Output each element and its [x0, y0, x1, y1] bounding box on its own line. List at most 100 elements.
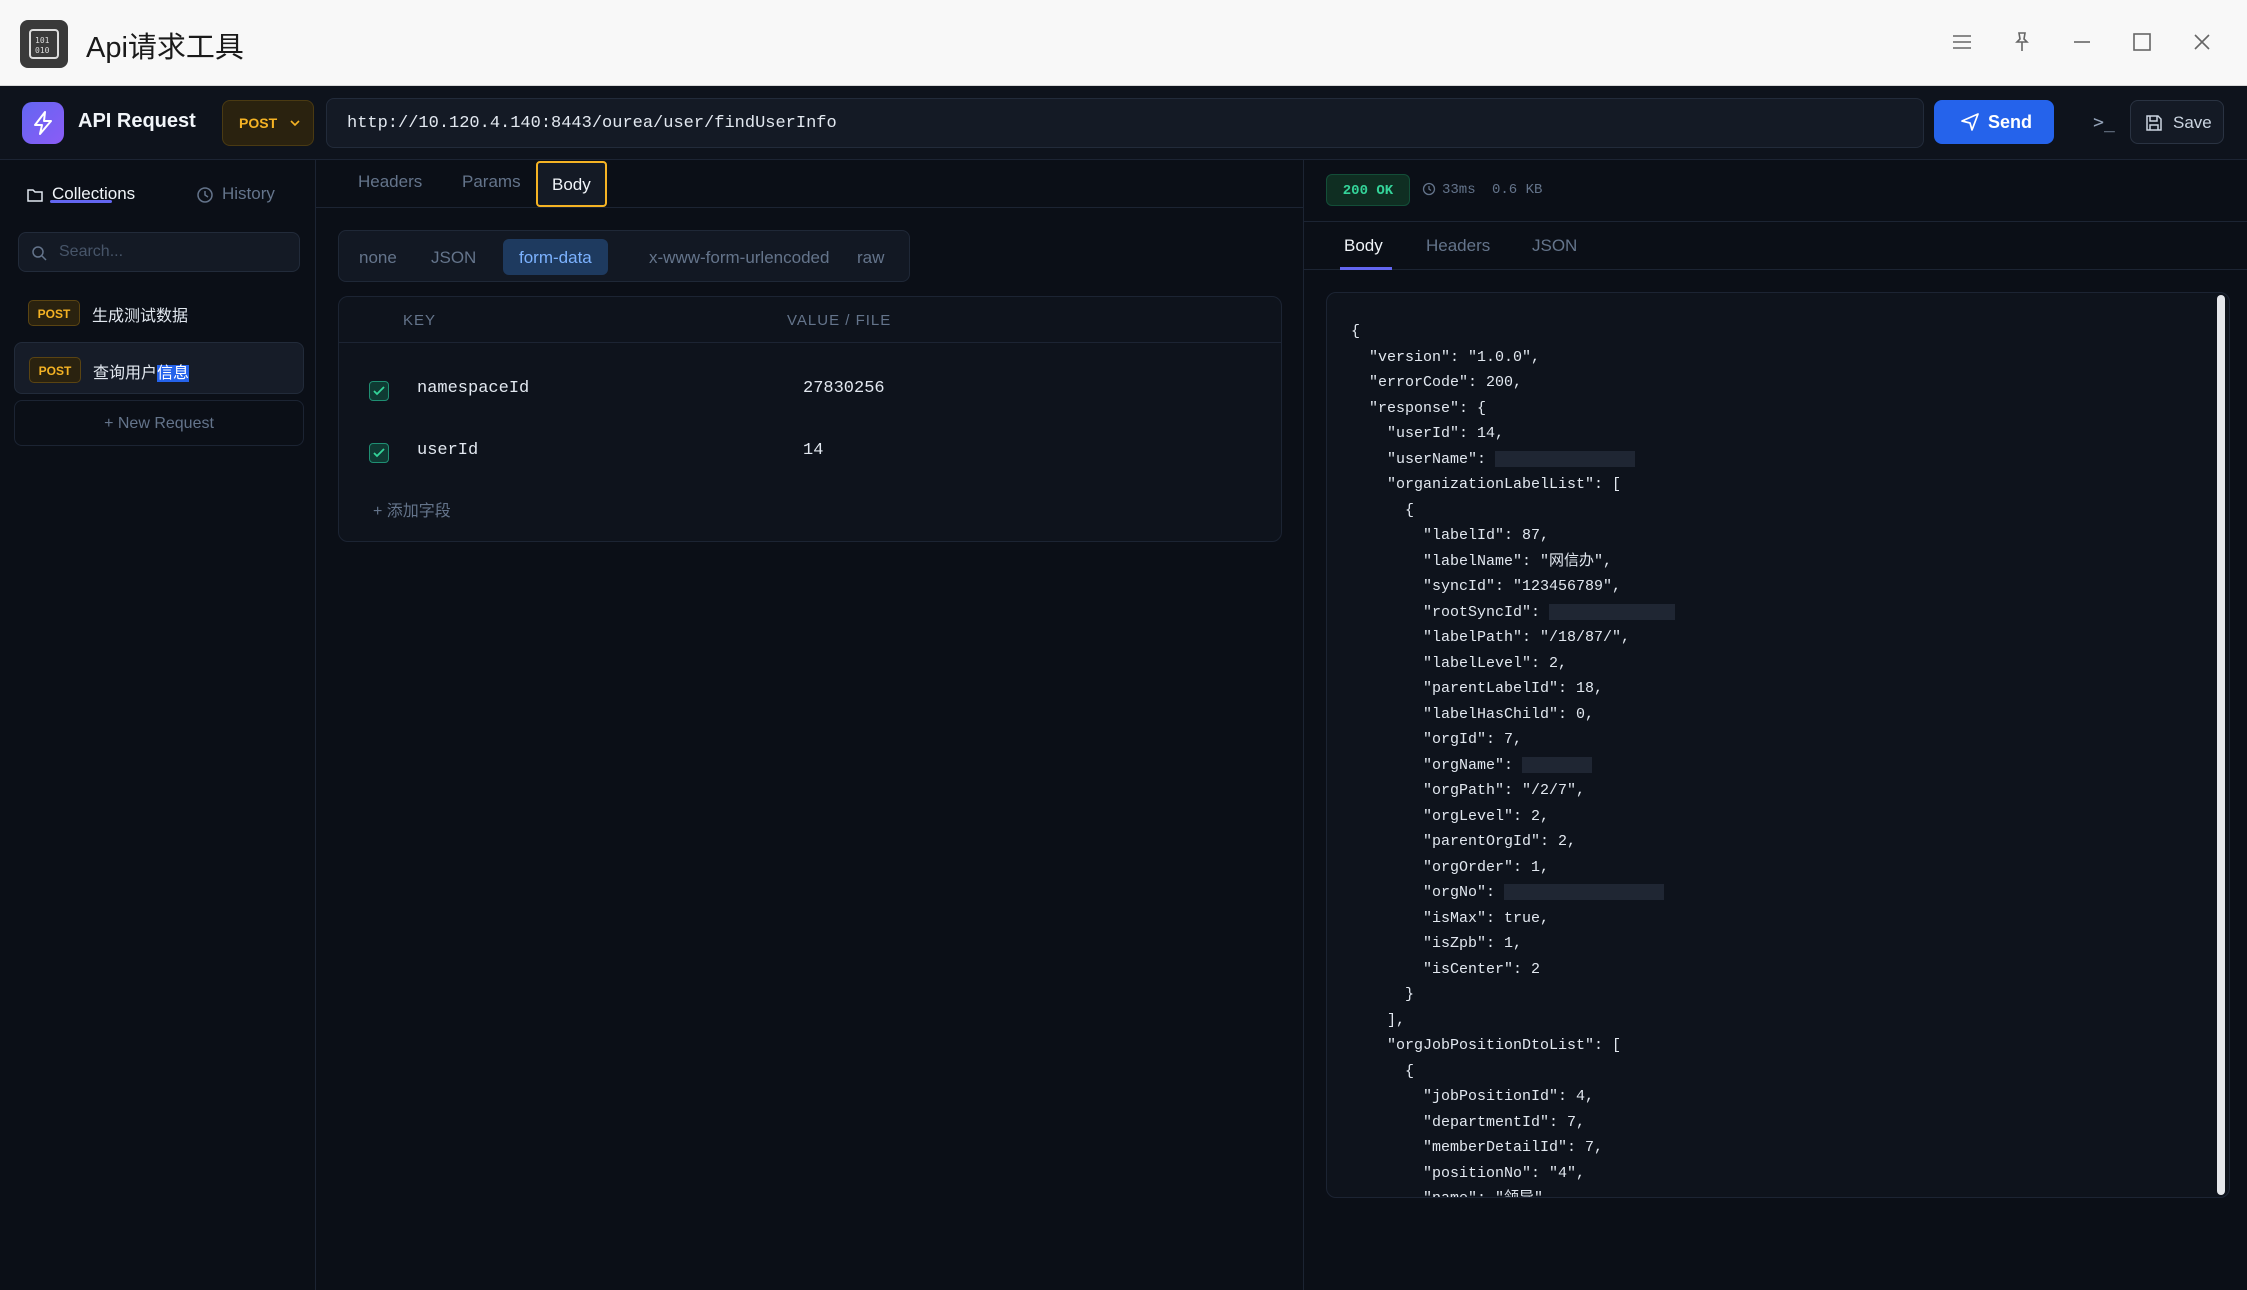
json-line: "isZpb": 1, — [1351, 935, 1523, 952]
lightning-logo-icon — [22, 102, 64, 144]
body-type-urlencoded[interactable]: x-www-form-urlencoded — [633, 239, 845, 275]
app-icon: 101 010 — [20, 20, 68, 68]
scrollbar[interactable] — [2217, 295, 2225, 1195]
json-line: { — [1351, 1062, 1415, 1080]
json-line: "errorCode": 200, — [1351, 374, 1523, 391]
search-input[interactable] — [59, 233, 289, 271]
request-item-selected[interactable]: POST 查询用户信息 — [14, 342, 304, 394]
redacted-value — [1504, 884, 1665, 901]
send-button[interactable]: Send — [1934, 100, 2054, 144]
pin-icon[interactable] — [2002, 22, 2042, 62]
json-line: "labelLevel": 2, — [1351, 654, 1568, 672]
resp-tab-headers[interactable]: Headers — [1426, 236, 1490, 256]
close-icon[interactable] — [2182, 22, 2222, 62]
maximize-icon[interactable] — [2122, 22, 2162, 62]
field-key[interactable]: userId — [417, 441, 478, 460]
json-line: "userId": 14, — [1351, 425, 1505, 442]
body-type-form-data[interactable]: form-data — [503, 239, 608, 275]
json-line: "orgName": — [1351, 753, 1675, 779]
response-size: 0.6 KB — [1492, 182, 1543, 198]
row-checkbox[interactable] — [369, 443, 389, 463]
terminal-button[interactable]: >_ — [2086, 102, 2122, 144]
json-line: "labelId": 87, — [1351, 527, 1550, 544]
table-row: namespaceId 27830256 — [339, 359, 1281, 421]
tab-history[interactable]: History — [196, 172, 296, 218]
new-request-button[interactable]: + New Request — [14, 400, 304, 446]
json-line: "orgPath": "/2/7", — [1351, 782, 1586, 799]
body-type-raw[interactable]: raw — [841, 239, 900, 275]
row-checkbox[interactable] — [369, 381, 389, 401]
request-toolbar: API Request POST Send >_ Save — [0, 86, 2247, 160]
json-line: "labelName": "网信办", — [1351, 552, 1613, 570]
body-type-json[interactable]: JSON — [415, 239, 492, 275]
window-title: Api请求工具 — [86, 32, 244, 64]
response-status-bar: 200 OK 33ms 0.6 KB — [1304, 160, 2247, 222]
search-box[interactable] — [18, 232, 300, 272]
redacted-value — [1495, 450, 1636, 467]
json-line: "labelHasChild": 0, — [1351, 705, 1595, 723]
title-bar: 101 010 Api请求工具 — [0, 0, 2247, 86]
json-line: "version": "1.0.0", — [1351, 348, 1541, 366]
json-viewer: { "version": "1.0.0", "errorCode": 200, … — [1351, 319, 1676, 1197]
menu-icon[interactable] — [1942, 22, 1982, 62]
send-icon — [1961, 113, 1979, 131]
method-badge: POST — [28, 300, 80, 326]
json-line: "isCenter": 2 — [1351, 960, 1541, 978]
json-line: "organizationLabelList": [ — [1351, 476, 1622, 493]
json-line: "orgJobPositionDtoList": [ — [1351, 1037, 1622, 1054]
tab-params[interactable]: Params — [462, 172, 521, 204]
status-badge: 200 OK — [1326, 174, 1410, 206]
json-line: "jobPositionId": 4, — [1351, 1088, 1595, 1105]
clock-icon — [1422, 182, 1436, 196]
brand-name: API Request — [78, 110, 196, 132]
tab-headers[interactable]: Headers — [358, 172, 422, 204]
send-label: Send — [1988, 112, 2033, 132]
check-icon — [373, 386, 385, 396]
redacted-value — [1549, 603, 1676, 620]
body-type-selector: none JSON form-data x-www-form-urlencode… — [338, 230, 910, 282]
json-line: { — [1351, 501, 1415, 519]
tab-collections[interactable]: Collections — [26, 172, 146, 218]
sidebar: Collections History POST 生成测试数据 POST 查询用… — [0, 160, 316, 1290]
key-header: KEY — [403, 312, 437, 329]
minimize-icon[interactable] — [2062, 22, 2102, 62]
method-select[interactable]: POST — [222, 100, 314, 146]
add-field-button[interactable]: + 添加字段 — [373, 497, 451, 521]
response-body: { "version": "1.0.0", "errorCode": 200, … — [1326, 292, 2230, 1198]
save-button[interactable]: Save — [2130, 100, 2224, 144]
request-item[interactable]: POST 生成测试数据 — [14, 286, 304, 338]
table-header: KEY VALUE / FILE — [339, 297, 1281, 343]
tab-body[interactable]: Body — [536, 161, 607, 207]
json-line: "orgLevel": 2, — [1351, 807, 1550, 825]
field-value[interactable]: 27830256 — [803, 379, 885, 398]
json-line: "response": { — [1351, 399, 1487, 417]
search-icon — [32, 246, 47, 261]
response-panel: 200 OK 33ms 0.6 KB Body Headers JSON { "… — [1304, 160, 2247, 1290]
folder-icon — [27, 189, 43, 202]
check-icon — [373, 448, 385, 458]
request-name: 生成测试数据 — [92, 308, 189, 325]
json-line: "positionNo": "4", — [1351, 1164, 1586, 1182]
json-line: "orgId": 7, — [1351, 731, 1523, 748]
url-input[interactable] — [326, 98, 1924, 148]
json-line: "memberDetailId": 7, — [1351, 1139, 1604, 1156]
field-value[interactable]: 14 — [803, 441, 823, 460]
form-data-table: KEY VALUE / FILE namespaceId 27830256 us… — [338, 296, 1282, 542]
method-badge: POST — [29, 357, 81, 383]
resp-tab-body[interactable]: Body — [1344, 236, 1383, 256]
resp-tab-json[interactable]: JSON — [1532, 236, 1577, 256]
response-time-value: 33ms — [1442, 182, 1476, 198]
tab-underline — [50, 200, 112, 203]
svg-text:101: 101 — [35, 36, 50, 45]
json-line: "orgOrder": 1, — [1351, 858, 1550, 876]
selected-text-highlight: 信息 — [157, 365, 190, 382]
redacted-value — [1522, 756, 1593, 773]
request-panel: Headers Params Body none JSON form-data … — [316, 160, 1304, 1290]
json-line: "parentOrgId": 2, — [1351, 833, 1577, 850]
response-tabs: Body Headers JSON — [1304, 222, 2247, 270]
value-header: VALUE / FILE — [787, 312, 892, 329]
method-value: POST — [239, 115, 278, 131]
json-line: "parentLabelId": 18, — [1351, 680, 1604, 697]
body-type-none[interactable]: none — [343, 239, 413, 275]
field-key[interactable]: namespaceId — [417, 379, 529, 398]
